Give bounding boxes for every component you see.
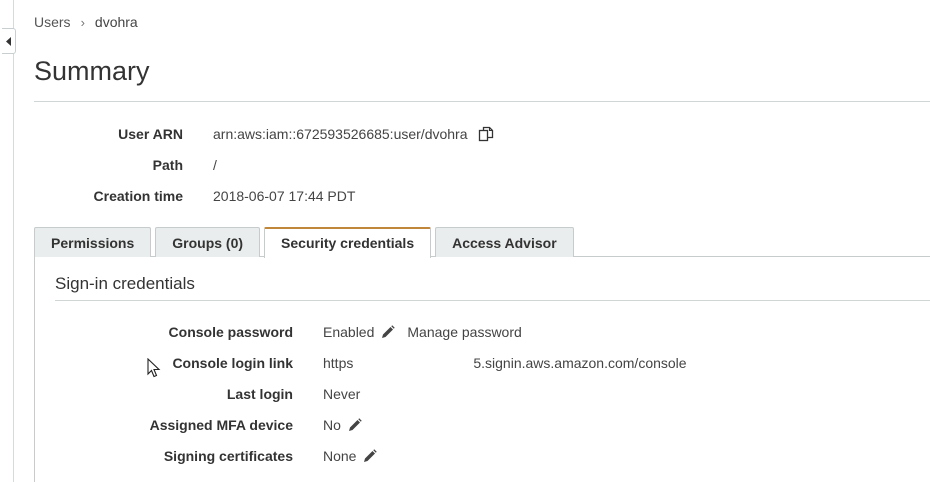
signing-certificates-label: Signing certificates: [163, 447, 293, 464]
signing-certificates-value-wrap: None: [323, 447, 378, 464]
tab-groups[interactable]: Groups (0): [155, 227, 261, 257]
summary-row-path: Path /: [34, 149, 494, 180]
pencil-icon[interactable]: [381, 324, 396, 339]
login-link-suffix: 5.signin.aws.amazon.com/console: [473, 354, 687, 371]
cred-row-console-login-link: Console login link https 5.signin.aws.am…: [34, 347, 687, 378]
cred-row-signing-certificates: Signing certificates None: [34, 440, 687, 471]
console-password-label: Console password: [168, 323, 293, 340]
mouse-pointer-icon: [147, 357, 161, 383]
mfa-device-value-wrap: No: [323, 417, 362, 433]
tab-security-credentials[interactable]: Security credentials: [264, 227, 432, 258]
user-arn-value-wrap: arn:aws:iam::672593526685:user/dvohra: [213, 126, 494, 142]
title-divider: [34, 101, 930, 102]
copy-icon[interactable]: [478, 126, 494, 142]
summary-row-creation-time: Creation time 2018-06-07 17:44 PDT: [34, 180, 494, 211]
breadcrumb-separator: ›: [80, 14, 85, 30]
section-title-sign-in: Sign-in credentials: [55, 274, 195, 293]
iam-user-summary-page: Users › dvohra Summary User ARN arn:aws:…: [0, 0, 930, 482]
cred-row-mfa-device: Assigned MFA device No: [34, 409, 687, 440]
summary-row-user-arn: User ARN arn:aws:iam::672593526685:user/…: [34, 118, 494, 149]
mfa-device-value: No: [323, 416, 341, 433]
summary-details: User ARN arn:aws:iam::672593526685:user/…: [34, 118, 494, 211]
breadcrumb-current: dvohra: [94, 14, 138, 30]
path-value: /: [213, 156, 217, 173]
breadcrumb: Users › dvohra: [34, 14, 138, 30]
login-link-prefix: https: [323, 354, 354, 371]
cred-row-last-login: Last login Never: [34, 378, 687, 409]
user-arn-value: arn:aws:iam::672593526685:user/dvohra: [213, 125, 468, 142]
tab-access-advisor[interactable]: Access Advisor: [435, 227, 574, 257]
tab-permissions[interactable]: Permissions: [34, 227, 152, 257]
last-login-label: Last login: [226, 385, 293, 402]
page-title: Summary: [34, 56, 150, 86]
chevron-left-icon: [5, 36, 12, 46]
sign-in-credentials: Console password Enabled Manage password…: [34, 316, 687, 471]
tab-bar: Permissions Groups (0) Security credenti…: [34, 226, 578, 258]
section-divider: [55, 300, 930, 301]
pencil-icon[interactable]: [363, 448, 378, 463]
collapse-sidebar-button[interactable]: [2, 28, 16, 54]
manage-password-link[interactable]: Manage password: [407, 324, 521, 340]
console-login-link-label: Console login link: [172, 354, 293, 371]
console-login-link-value[interactable]: https 5.signin.aws.amazon.com/console: [323, 355, 687, 371]
creation-time-value: 2018-06-07 17:44 PDT: [213, 187, 356, 204]
creation-time-label: Creation time: [93, 187, 183, 204]
signing-certificates-value: None: [323, 447, 357, 464]
pencil-icon[interactable]: [348, 417, 362, 432]
console-password-value: Enabled: [323, 323, 375, 340]
user-arn-label: User ARN: [118, 125, 183, 142]
last-login-value: Never: [323, 385, 361, 402]
side-panel-strip: [0, 0, 14, 482]
cred-row-console-password: Console password Enabled Manage password: [34, 316, 687, 347]
path-label: Path: [152, 156, 183, 173]
mfa-device-label: Assigned MFA device: [149, 416, 293, 433]
breadcrumb-users-link[interactable]: Users: [34, 14, 71, 30]
console-password-value-wrap: Enabled Manage password: [323, 324, 522, 340]
